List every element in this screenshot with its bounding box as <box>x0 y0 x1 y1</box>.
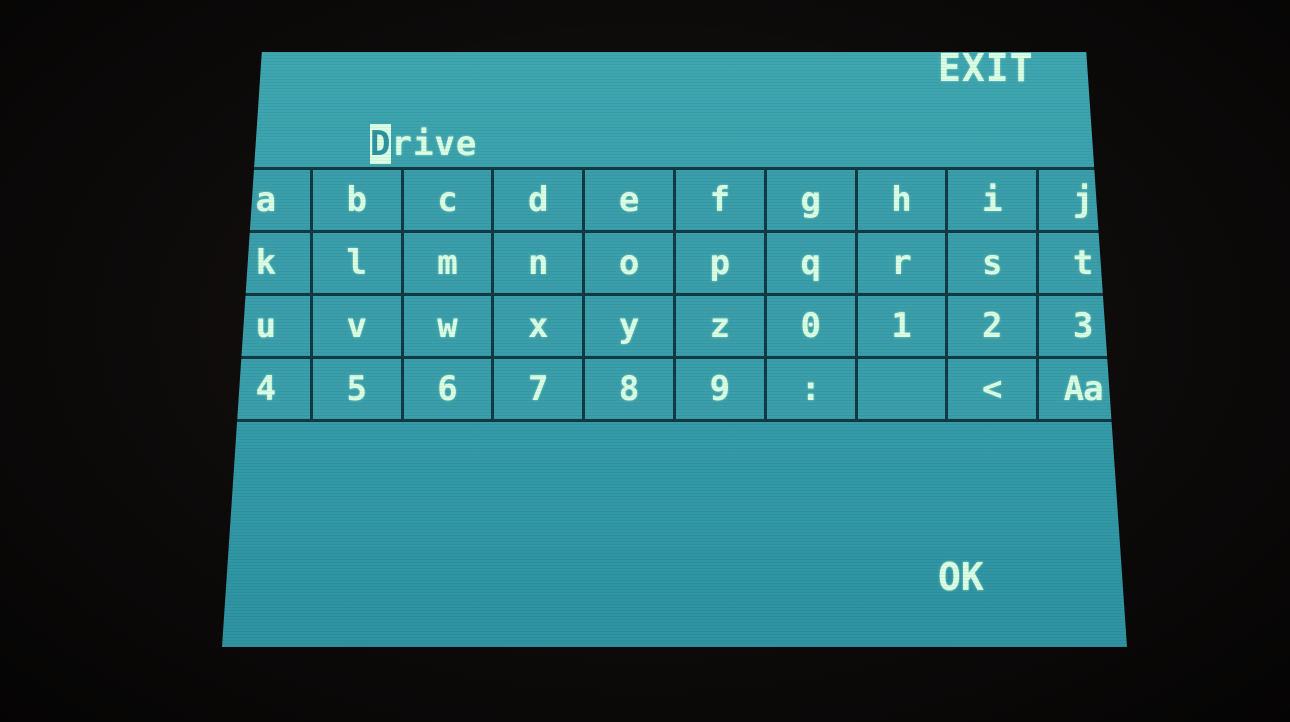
key-i[interactable]: i <box>948 170 1036 230</box>
key-h[interactable]: h <box>858 170 946 230</box>
key-w[interactable]: w <box>404 296 492 356</box>
key-r[interactable]: r <box>858 233 946 293</box>
key-4[interactable]: 4 <box>222 359 310 419</box>
key-k[interactable]: k <box>222 233 310 293</box>
exit-button[interactable]: EXIT <box>938 52 1034 90</box>
ok-button[interactable]: OK <box>938 555 984 599</box>
key-a[interactable]: a <box>222 170 310 230</box>
key-9[interactable]: 9 <box>676 359 764 419</box>
key-g[interactable]: g <box>767 170 855 230</box>
key-c[interactable]: c <box>404 170 492 230</box>
name-input[interactable]: Drive <box>370 124 477 164</box>
key-case-toggle[interactable]: Aa <box>1039 359 1127 419</box>
key-e[interactable]: e <box>585 170 673 230</box>
key-z[interactable]: z <box>676 296 764 356</box>
key-v[interactable]: v <box>313 296 401 356</box>
key-5[interactable]: 5 <box>313 359 401 419</box>
name-input-text: rive <box>391 124 478 164</box>
key-t[interactable]: t <box>1039 233 1127 293</box>
key-u[interactable]: u <box>222 296 310 356</box>
key-f[interactable]: f <box>676 170 764 230</box>
key-n[interactable]: n <box>494 233 582 293</box>
key-1[interactable]: 1 <box>858 296 946 356</box>
lcd-screen: EXIT Drive a b c d e f g h i j k l m n o… <box>222 52 1127 647</box>
key-m[interactable]: m <box>404 233 492 293</box>
key-colon[interactable]: : <box>767 359 855 419</box>
text-cursor: D <box>370 124 392 164</box>
key-0[interactable]: 0 <box>767 296 855 356</box>
key-space[interactable] <box>858 359 946 419</box>
key-l[interactable]: l <box>313 233 401 293</box>
key-8[interactable]: 8 <box>585 359 673 419</box>
device-bezel: EXIT Drive a b c d e f g h i j k l m n o… <box>0 0 1290 722</box>
on-screen-keyboard: a b c d e f g h i j k l m n o p q r s t … <box>222 167 1127 422</box>
key-j[interactable]: j <box>1039 170 1127 230</box>
key-s[interactable]: s <box>948 233 1036 293</box>
key-y[interactable]: y <box>585 296 673 356</box>
key-3[interactable]: 3 <box>1039 296 1127 356</box>
key-6[interactable]: 6 <box>404 359 492 419</box>
key-o[interactable]: o <box>585 233 673 293</box>
key-q[interactable]: q <box>767 233 855 293</box>
key-d[interactable]: d <box>494 170 582 230</box>
key-2[interactable]: 2 <box>948 296 1036 356</box>
key-b[interactable]: b <box>313 170 401 230</box>
key-p[interactable]: p <box>676 233 764 293</box>
key-backspace[interactable]: < <box>948 359 1036 419</box>
key-7[interactable]: 7 <box>494 359 582 419</box>
key-x[interactable]: x <box>494 296 582 356</box>
